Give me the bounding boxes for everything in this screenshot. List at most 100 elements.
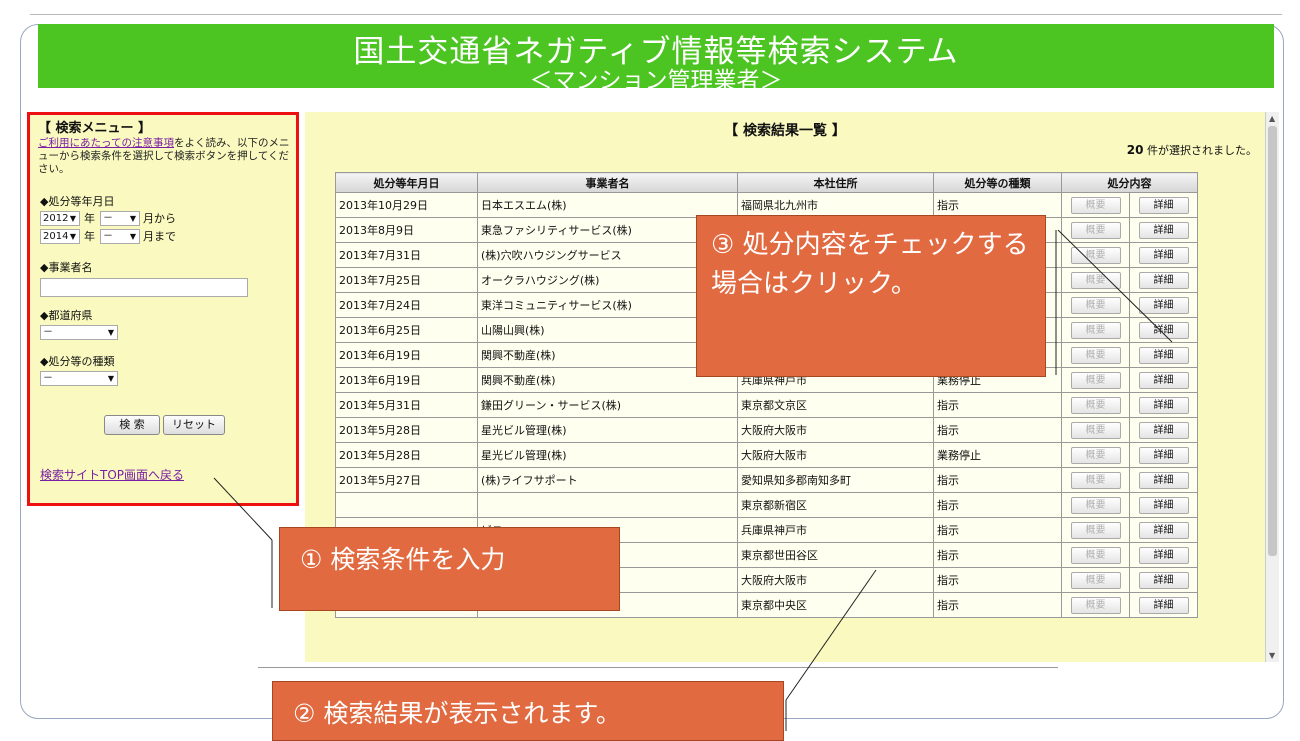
detail-button[interactable]: 詳細 xyxy=(1138,571,1189,589)
company-cell xyxy=(477,492,738,518)
summary-button[interactable]: 概要 xyxy=(1070,446,1121,464)
date-label: ◆処分等年月日 xyxy=(40,195,115,208)
summary-cell: 概要 xyxy=(1061,292,1130,318)
table-header-row: 処分等年月日 事業者名 本社住所 処分等の種類 処分内容 xyxy=(335,172,1198,193)
date-cell: 2013年7月24日 xyxy=(335,292,478,318)
detail-button[interactable]: 詳細 xyxy=(1138,446,1189,464)
year-suffix-label: 年 xyxy=(84,230,95,243)
summary-button[interactable]: 概要 xyxy=(1070,346,1121,364)
date-cell: 2013年7月31日 xyxy=(335,242,478,268)
summary-button[interactable]: 概要 xyxy=(1070,321,1121,339)
summary-cell: 概要 xyxy=(1061,342,1130,368)
detail-button[interactable]: 詳細 xyxy=(1138,196,1189,214)
date-cell xyxy=(335,492,478,518)
table-row: 2013年5月28日 星光ビル管理(株) 大阪府大阪市 業務停止 概要 詳細 xyxy=(335,442,1198,468)
detail-button[interactable]: 詳細 xyxy=(1138,521,1189,539)
dropdown-arrow-icon: ▼ xyxy=(129,232,136,241)
detail-cell: 詳細 xyxy=(1129,442,1198,468)
to-month-value: － xyxy=(103,231,113,242)
summary-button[interactable]: 概要 xyxy=(1070,596,1121,614)
detail-button[interactable]: 詳細 xyxy=(1138,371,1189,389)
search-button[interactable]: 検 索 xyxy=(104,415,160,435)
table-row: 2013年5月31日 鎌田グリーン・サービス(株) 東京都文京区 指示 概要 詳細 xyxy=(335,392,1198,418)
prefecture-select[interactable]: － ▼ xyxy=(40,325,118,340)
detail-button[interactable]: 詳細 xyxy=(1138,496,1189,514)
company-name-input[interactable] xyxy=(40,278,248,297)
detail-button[interactable]: 詳細 xyxy=(1138,546,1189,564)
scroll-up-icon[interactable]: ▲ xyxy=(1269,114,1275,123)
summary-button[interactable]: 概要 xyxy=(1070,271,1121,289)
detail-button[interactable]: 詳細 xyxy=(1138,346,1189,364)
date-cell: 2013年6月19日 xyxy=(335,342,478,368)
dropdown-arrow-icon: ▼ xyxy=(129,214,136,223)
company-cell: (株)ライフサポート xyxy=(477,467,738,493)
detail-button[interactable]: 詳細 xyxy=(1138,271,1189,289)
from-month-value: － xyxy=(103,213,113,224)
detail-cell: 詳細 xyxy=(1129,192,1198,218)
summary-cell: 概要 xyxy=(1061,242,1130,268)
results-scrollbar[interactable]: ▲ ▼ xyxy=(1265,112,1279,662)
top-rule xyxy=(30,14,1282,15)
from-month-select[interactable]: － ▼ xyxy=(100,211,140,226)
summary-button[interactable]: 概要 xyxy=(1070,496,1121,514)
summary-cell: 概要 xyxy=(1061,392,1130,418)
summary-button[interactable]: 概要 xyxy=(1070,546,1121,564)
summary-button[interactable]: 概要 xyxy=(1070,296,1121,314)
address-cell: 福岡県北九州市 xyxy=(737,192,934,218)
summary-button[interactable]: 概要 xyxy=(1070,521,1121,539)
summary-button[interactable]: 概要 xyxy=(1070,221,1121,239)
summary-cell: 概要 xyxy=(1061,542,1130,568)
table-row: 2013年5月28日 星光ビル管理(株) 大阪府大阪市 指示 概要 詳細 xyxy=(335,417,1198,443)
detail-button[interactable]: 詳細 xyxy=(1138,421,1189,439)
detail-button[interactable]: 詳細 xyxy=(1138,296,1189,314)
address-cell: 東京都文京区 xyxy=(737,392,934,418)
summary-button[interactable]: 概要 xyxy=(1070,571,1121,589)
company-cell: 星光ビル管理(株) xyxy=(477,417,738,443)
detail-cell: 詳細 xyxy=(1129,267,1198,293)
summary-cell: 概要 xyxy=(1061,467,1130,493)
summary-cell: 概要 xyxy=(1061,592,1130,618)
detail-button[interactable]: 詳細 xyxy=(1138,471,1189,489)
reset-button[interactable]: リセット xyxy=(163,415,225,435)
notice-link[interactable]: ご利用にあたっての注意事項 xyxy=(38,137,174,149)
detail-button[interactable]: 詳細 xyxy=(1138,596,1189,614)
detail-button[interactable]: 詳細 xyxy=(1138,221,1189,239)
back-to-top-link[interactable]: 検索サイトTOP画面へ戻る xyxy=(40,468,184,483)
detail-cell: 詳細 xyxy=(1129,517,1198,543)
system-subtitle: ＜マンション管理業者＞ xyxy=(529,68,783,94)
results-title: 【 検索結果一覧 】 xyxy=(724,123,846,139)
summary-button[interactable]: 概要 xyxy=(1070,246,1121,264)
scroll-down-icon[interactable]: ▼ xyxy=(1269,651,1275,660)
callout-results-shown: ② 検索結果が表示されます。 xyxy=(272,681,784,741)
detail-cell: 詳細 xyxy=(1129,317,1198,343)
address-cell: 東京都新宿区 xyxy=(737,492,934,518)
detail-cell: 詳細 xyxy=(1129,542,1198,568)
summary-button[interactable]: 概要 xyxy=(1070,471,1121,489)
from-year-select[interactable]: 2012 ▼ xyxy=(40,211,80,226)
summary-cell: 概要 xyxy=(1061,217,1130,243)
type-cell: 指示 xyxy=(933,392,1062,418)
table-row: 2013年5月27日 (株)ライフサポート 愛知県知多郡南知多町 指示 概要 詳細 xyxy=(335,467,1198,493)
detail-cell: 詳細 xyxy=(1129,217,1198,243)
detail-cell: 詳細 xyxy=(1129,367,1198,393)
detail-button[interactable]: 詳細 xyxy=(1138,321,1189,339)
address-cell: 愛知県知多郡南知多町 xyxy=(737,467,934,493)
to-year-select[interactable]: 2014 ▼ xyxy=(40,229,80,244)
summary-button[interactable]: 概要 xyxy=(1070,421,1121,439)
summary-button[interactable]: 概要 xyxy=(1070,196,1121,214)
detail-cell: 詳細 xyxy=(1129,292,1198,318)
summary-button[interactable]: 概要 xyxy=(1070,371,1121,389)
scrollbar-thumb[interactable] xyxy=(1268,126,1277,556)
date-cell: 2013年6月25日 xyxy=(335,317,478,343)
summary-button[interactable]: 概要 xyxy=(1070,396,1121,414)
detail-button[interactable]: 詳細 xyxy=(1138,396,1189,414)
detail-button[interactable]: 詳細 xyxy=(1138,246,1189,264)
type-cell: 指示 xyxy=(933,517,1062,543)
to-month-select[interactable]: － ▼ xyxy=(100,229,140,244)
type-cell: 指示 xyxy=(933,492,1062,518)
header-banner: 国土交通省ネガティブ情報等検索システム ＜マンション管理業者＞ xyxy=(38,24,1274,94)
column-header: 処分等年月日 xyxy=(335,172,478,193)
callout-enter-conditions: ① 検索条件を入力 xyxy=(279,527,620,611)
date-cell: 2013年5月28日 xyxy=(335,417,478,443)
type-select[interactable]: － ▼ xyxy=(40,371,118,386)
